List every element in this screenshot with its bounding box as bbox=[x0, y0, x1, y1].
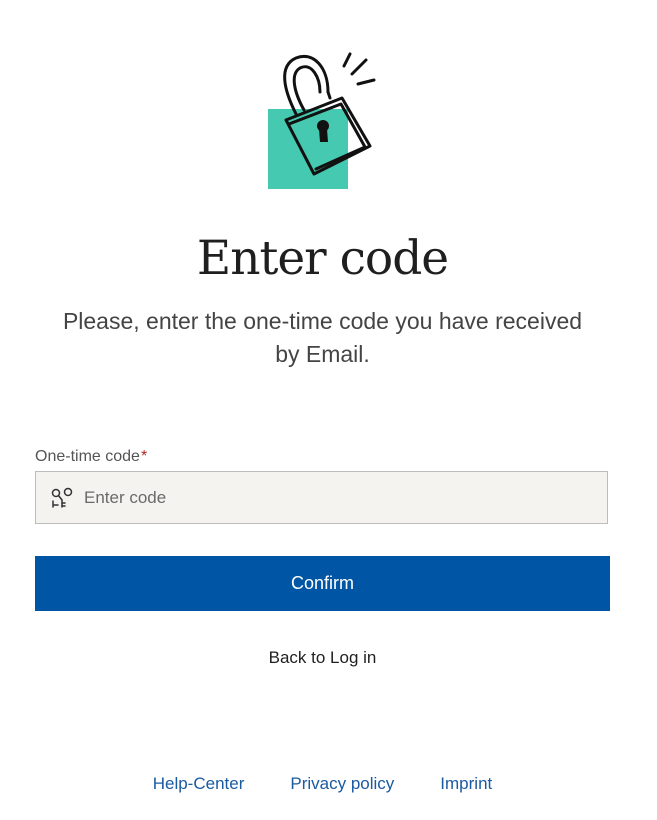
back-to-login-link[interactable]: Back to Log in bbox=[269, 648, 377, 667]
code-input[interactable] bbox=[82, 472, 594, 523]
privacy-policy-link[interactable]: Privacy policy bbox=[290, 774, 394, 793]
imprint-link[interactable]: Imprint bbox=[440, 774, 492, 793]
confirm-button[interactable]: Confirm bbox=[35, 556, 610, 611]
code-field[interactable] bbox=[35, 471, 608, 524]
key-icon bbox=[50, 487, 76, 509]
unlocked-padlock-icon bbox=[266, 52, 381, 192]
illustration-teal-square bbox=[268, 109, 348, 189]
page-title: Enter code bbox=[196, 231, 449, 286]
back-to-login-row: Back to Log in bbox=[0, 646, 645, 670]
page-subtitle: Please, enter the one-time code you have… bbox=[62, 308, 583, 367]
help-center-link[interactable]: Help-Center bbox=[153, 774, 245, 793]
code-field-label: One-time code* bbox=[35, 446, 147, 468]
footer-links: Help-Center Privacy policy Imprint bbox=[0, 772, 645, 796]
required-marker: * bbox=[140, 448, 148, 465]
code-label-text: One-time code bbox=[35, 448, 140, 465]
